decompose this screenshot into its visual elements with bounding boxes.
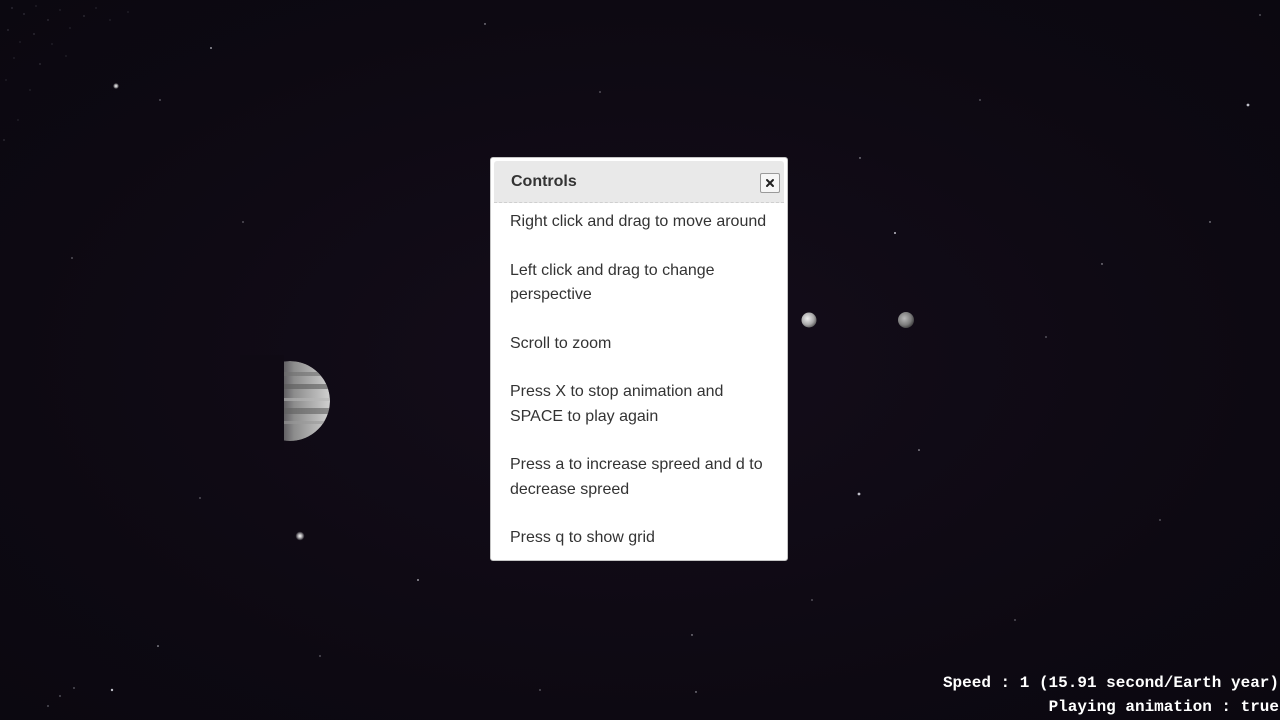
instruction-zoom: Scroll to zoom: [510, 334, 612, 352]
instruction-speed: Press a to increase spreed and d to decr…: [510, 456, 763, 498]
instruction-perspective: Left click and drag to change perspectiv…: [510, 261, 715, 304]
instruction-move: Right click and drag to move around: [510, 213, 767, 230]
dialog-title: Controls: [511, 173, 577, 190]
speed-status: Speed : 1 (15.91 second/Earth year): [942, 674, 1279, 692]
dialog-titlebar[interactable]: Controls: [494, 161, 784, 203]
instruction-animation: Press X to stop animation and SPACE to p…: [510, 383, 724, 425]
space-scene[interactable]: Controls Right click and drag to move ar…: [0, 0, 1280, 720]
close-icon: [766, 179, 774, 187]
animation-status: Playing animation : true: [1048, 698, 1279, 716]
instruction-grid: Press q to show grid: [510, 529, 655, 546]
dialog-content: Right click and drag to move around Left…: [510, 210, 772, 575]
controls-dialog: Controls Right click and drag to move ar…: [490, 157, 788, 561]
close-button[interactable]: [760, 173, 780, 193]
